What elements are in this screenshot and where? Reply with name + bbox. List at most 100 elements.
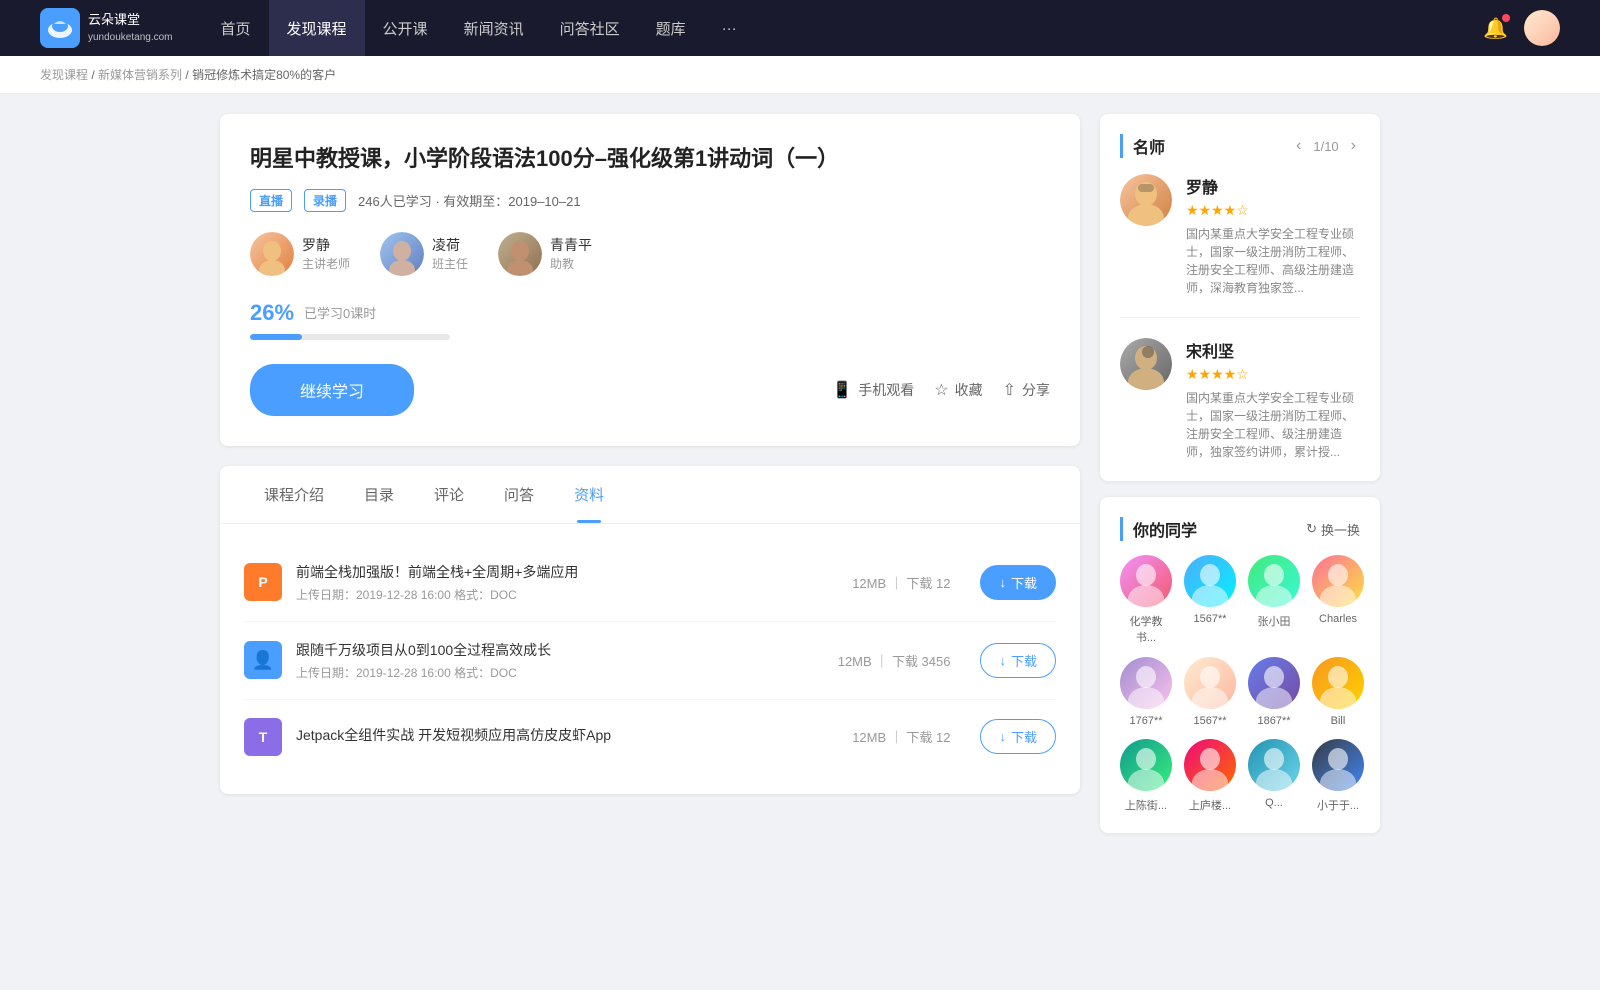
teachers-row: 罗静 主讲老师 凌荷 班主任 [250,232,1050,276]
logo[interactable]: 云朵课堂yundouketang.com [40,8,173,48]
progress-label: 已学习0课时 [304,303,376,322]
student-avatar-10[interactable] [1248,739,1300,791]
student-avatar-11[interactable] [1312,739,1364,791]
teacher-card-name-1: 罗静 [1186,174,1360,198]
progress-percent: 26% [250,300,294,326]
student-avatar-5[interactable] [1184,657,1236,709]
resource-stats-1: 12MB ｜ 下载 12 [852,573,950,592]
student-avatar-9[interactable] [1184,739,1236,791]
student-avatar-2[interactable] [1248,555,1300,607]
phone-watch-button[interactable]: 📱 手机观看 [832,380,914,400]
resource-date-2: 上传日期：2019-12-28 16:00 格式：DOC [296,664,824,681]
student-item-5: 1567** [1184,657,1236,727]
student-avatar-8[interactable] [1120,739,1172,791]
download-button-1[interactable]: ↓ 下载 [980,565,1056,600]
download-button-2[interactable]: ↓ 下载 [980,643,1056,678]
student-avatar-6[interactable] [1248,657,1300,709]
nav-item-discover[interactable]: 发现课程 [269,0,365,56]
nav-item-home[interactable]: 首页 [203,0,269,56]
nav-item-more[interactable]: ··· [704,0,755,56]
student-item-6: 1867** [1248,657,1300,727]
students-panel-title: 你的同学 [1120,517,1197,541]
breadcrumb: 发现课程 / 新媒体营销系列 / 销冠修炼术搞定80%的客户 [0,56,1600,94]
student-avatar-3[interactable] [1312,555,1364,607]
resource-stats-2: 12MB ｜ 下载 3456 [838,651,951,670]
nav-item-exam[interactable]: 题库 [638,0,704,56]
teacher-avatar-3 [498,232,542,276]
student-name-2: 张小田 [1258,613,1291,629]
main-container: 明星中教授课，小学阶段语法100分–强化级第1讲动词（一） 直播 录播 246人… [200,114,1400,849]
student-name-1: 1567** [1193,613,1226,625]
bell-button[interactable]: 🔔 [1483,16,1508,41]
resource-name-2: 跟随千万级项目从0到100全过程高效成长 [296,640,824,660]
teacher-role-1: 主讲老师 [302,255,350,272]
student-name-5: 1567** [1193,715,1226,727]
teacher-name-2: 凌荷 [432,235,468,255]
resource-item-2: 👤 跟随千万级项目从0到100全过程高效成长 上传日期：2019-12-28 1… [244,622,1056,700]
teachers-panel-title: 名师 [1120,134,1165,158]
teacher-card-avatar-2 [1120,338,1172,390]
user-avatar[interactable] [1524,10,1560,46]
teacher-card-info-1: 罗静 ★★★★☆ 国内某重点大学安全工程专业硕士，国家一级注册消防工程师、注册安… [1186,174,1360,297]
student-item-0: 化学教书... [1120,555,1172,645]
teacher-info-2: 凌荷 班主任 [432,235,468,272]
teacher-card-1: 罗静 ★★★★☆ 国内某重点大学安全工程专业硕士，国家一级注册消防工程师、注册安… [1120,174,1360,318]
resource-info-2: 跟随千万级项目从0到100全过程高效成长 上传日期：2019-12-28 16:… [296,640,824,681]
student-name-0: 化学教书... [1120,613,1172,645]
student-name-7: Bill [1331,715,1346,727]
resource-icon-2: 👤 [244,641,282,679]
refresh-button[interactable]: ↻ 换一换 [1306,520,1360,539]
share-button[interactable]: ⇧ 分享 [1003,380,1050,400]
download-icon-1: ↓ [999,575,1006,590]
collect-button[interactable]: ☆ 收藏 [934,380,982,400]
actions-row: 继续学习 📱 手机观看 ☆ 收藏 ⇧ 分享 [250,364,1050,416]
logo-text: 云朵课堂yundouketang.com [88,12,173,44]
student-item-9: 上庐楼... [1184,739,1236,813]
teachers-next-button[interactable]: › [1347,135,1360,157]
download-icon-2: ↓ [999,653,1006,668]
student-name-9: 上庐楼... [1189,797,1231,813]
teacher-info-1: 罗静 主讲老师 [302,235,350,272]
teacher-item-1: 罗静 主讲老师 [250,232,350,276]
student-avatar-0[interactable] [1120,555,1172,607]
tag-record: 录播 [304,189,346,212]
avatar-image [1524,10,1560,46]
tab-intro[interactable]: 课程介绍 [244,466,344,523]
breadcrumb-link-series[interactable]: 新媒体营销系列 [98,68,182,82]
continue-button[interactable]: 继续学习 [250,364,414,416]
resource-name-1: 前端全栈加强版！前端全栈+全周期+多端应用 [296,562,838,582]
student-avatar-7[interactable] [1312,657,1364,709]
breadcrumb-link-discover[interactable]: 发现课程 [40,68,88,82]
tab-resource[interactable]: 资料 [554,466,624,523]
resource-name-3: Jetpack全组件实战 开发短视频应用高仿皮皮虾App [296,725,838,745]
nav-item-news[interactable]: 新闻资讯 [446,0,542,56]
tab-qa[interactable]: 问答 [484,466,554,523]
student-name-10: Q... [1265,797,1283,809]
student-name-11: 小于于... [1317,797,1359,813]
resource-item-3: T Jetpack全组件实战 开发短视频应用高仿皮皮虾App 12MB ｜ 下载… [244,700,1056,774]
teachers-panel: 名师 ‹ 1/10 › 罗静 ★★★★☆ [1100,114,1380,481]
student-avatar-1[interactable] [1184,555,1236,607]
tab-catalog[interactable]: 目录 [344,466,414,523]
logo-icon [40,8,80,48]
download-button-3[interactable]: ↓ 下载 [980,719,1056,754]
student-item-2: 张小田 [1248,555,1300,645]
teacher-name-3: 青青平 [550,235,592,255]
right-panel: 名师 ‹ 1/10 › 罗静 ★★★★☆ [1100,114,1380,849]
student-item-1: 1567** [1184,555,1236,645]
progress-section: 26% 已学习0课时 [250,300,1050,340]
left-panel: 明星中教授课，小学阶段语法100分–强化级第1讲动词（一） 直播 录播 246人… [220,114,1080,849]
teachers-prev-button[interactable]: ‹ [1292,135,1305,157]
student-avatar-4[interactable] [1120,657,1172,709]
tab-review[interactable]: 评论 [414,466,484,523]
teachers-page: 1/10 [1313,139,1338,154]
nav-item-qa[interactable]: 问答社区 [542,0,638,56]
tabs-card: 课程介绍 目录 评论 问答 资料 P 前端全栈加强版！前端全栈+全周期+多端应用… [220,466,1080,794]
student-item-4: 1767** [1120,657,1172,727]
students-header: 你的同学 ↻ 换一换 [1120,517,1360,541]
teacher-avatar-2 [380,232,424,276]
nav-item-open[interactable]: 公开课 [365,0,446,56]
course-card: 明星中教授课，小学阶段语法100分–强化级第1讲动词（一） 直播 录播 246人… [220,114,1080,446]
teacher-card-desc-2: 国内某重点大学安全工程专业硕士，国家一级注册消防工程师、注册安全工程师、级注册建… [1186,389,1360,461]
course-meta: 直播 录播 246人已学习 · 有效期至：2019–10–21 [250,189,1050,212]
